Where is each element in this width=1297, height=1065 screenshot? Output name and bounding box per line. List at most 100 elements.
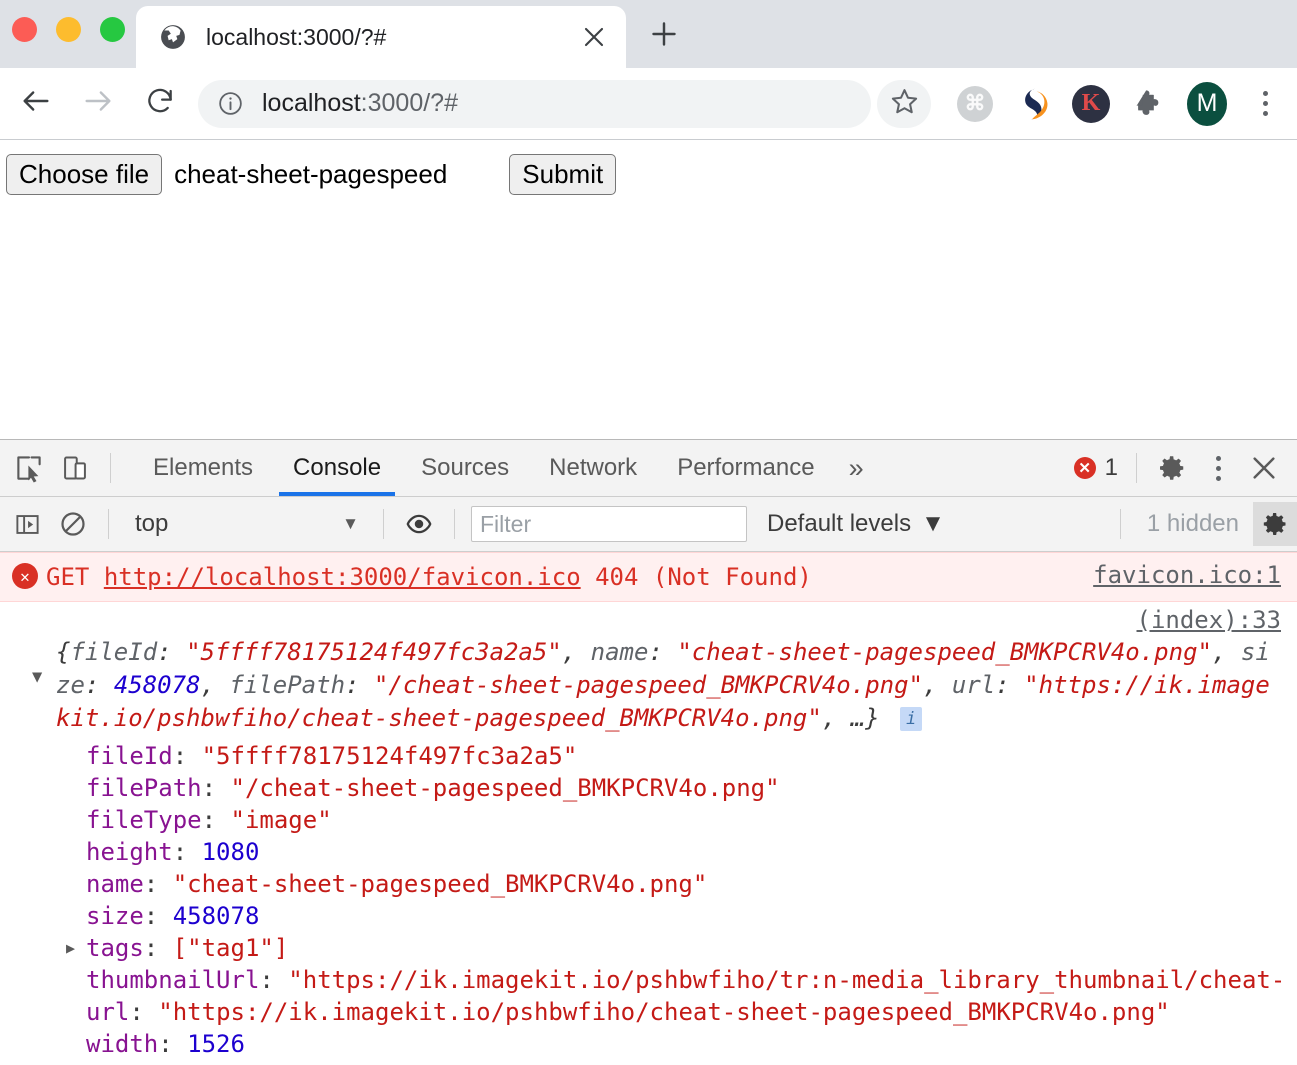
property-key: height	[86, 838, 173, 867]
object-property-row[interactable]: url: "https://ik.imagekit.io/pshbwfiho/c…	[6, 996, 1281, 1028]
tab-elements[interactable]: Elements	[133, 440, 273, 496]
object-property-row[interactable]: thumbnailUrl: "https://ik.imagekit.io/ps…	[6, 964, 1281, 996]
property-key: fileId	[86, 742, 173, 771]
execution-context-selector[interactable]: top ▼	[121, 510, 371, 538]
property-value: "5ffff78175124f497fc3a2a5"	[201, 742, 578, 771]
property-key: tags	[86, 934, 144, 963]
log-levels-selector[interactable]: Default levels ▼	[767, 510, 945, 538]
devtools-tabbar: Elements Console Sources Network Perform…	[0, 440, 1297, 497]
device-toolbar-icon[interactable]	[52, 445, 98, 491]
error-message-text: GET http://localhost:3000/favicon.ico 40…	[46, 561, 1079, 593]
submit-button[interactable]: Submit	[509, 154, 617, 196]
tab-performance[interactable]: Performance	[657, 440, 834, 496]
choose-file-button[interactable]: Choose file	[6, 154, 163, 196]
command-glyph: ⌘	[957, 85, 993, 122]
address-bar[interactable]: localhost:3000/?#	[198, 79, 871, 128]
preview-token: filePath	[229, 671, 346, 700]
tab-strip: localhost:3000/?#	[0, 0, 1297, 68]
tab-network[interactable]: Network	[529, 440, 657, 496]
property-key: filePath	[86, 774, 202, 803]
tab-sources[interactable]: Sources	[401, 440, 529, 496]
console-sidebar-icon[interactable]	[4, 501, 50, 547]
object-property-row[interactable]: filePath: "/cheat-sheet-pagespeed_BMKPCR…	[6, 772, 1281, 804]
kebab-dots	[1262, 91, 1268, 116]
arrow-left-icon	[19, 84, 53, 123]
inspect-element-icon[interactable]	[6, 445, 52, 491]
object-property-row[interactable]: ▶ tags: ["tag1"]	[6, 932, 1281, 964]
hidden-messages-count: 1 hidden	[1146, 510, 1239, 537]
gear-icon[interactable]	[1149, 445, 1195, 491]
preview-token: 458078	[113, 671, 201, 700]
live-expression-icon[interactable]	[396, 501, 442, 547]
status-code: 404	[595, 563, 639, 591]
preview-token: url	[951, 671, 996, 700]
simplenote-extension-icon[interactable]	[1013, 84, 1053, 124]
filterbar-divider	[1119, 509, 1121, 539]
object-property-row[interactable]: fileType: "image"	[6, 804, 1281, 836]
expand-triangle-icon[interactable]: ▼	[32, 666, 42, 689]
preview-token: :	[345, 671, 374, 700]
close-icon[interactable]	[574, 17, 614, 57]
object-property-row[interactable]: size: 458078	[6, 900, 1281, 932]
k-glyph: K	[1072, 84, 1110, 123]
new-tab-button[interactable]	[640, 14, 688, 58]
preview-token: ,	[200, 671, 230, 700]
forward-button[interactable]	[74, 80, 122, 128]
filterbar-divider	[454, 509, 455, 539]
devtools-menu-icon[interactable]	[1195, 445, 1241, 491]
console-filter-bar: top ▼ Default levels ▼ 1 hidden	[0, 497, 1297, 552]
property-value: "cheat-sheet-pagespeed_BMKPCRV4o.png"	[172, 870, 708, 899]
upload-form: Choose file cheat-sheet-pagespeed Submit	[6, 154, 1297, 196]
status-text: (Not Found)	[652, 563, 812, 591]
preview-token: name	[590, 638, 649, 667]
error-source-link[interactable]: favicon.ico:1	[1093, 561, 1281, 589]
close-devtools-icon[interactable]	[1241, 445, 1287, 491]
expand-triangle-icon[interactable]: ▶	[66, 932, 75, 964]
info-badge-icon[interactable]: i	[900, 706, 923, 731]
filterbar-divider	[383, 509, 384, 539]
plus-icon	[650, 20, 678, 53]
devtools-panel: Elements Console Sources Network Perform…	[0, 439, 1297, 1065]
kebab-menu-icon[interactable]	[1245, 84, 1285, 124]
puzzle-extensions-icon[interactable]	[1129, 84, 1169, 124]
object-property-row[interactable]: width: 1526	[6, 1028, 1281, 1060]
more-tabs-button[interactable]: »	[835, 440, 878, 496]
info-circle-icon[interactable]	[216, 90, 244, 117]
property-separator: :	[259, 966, 289, 995]
browser-tab[interactable]: localhost:3000/?#	[136, 6, 626, 68]
console-error-message[interactable]: ✕ GET http://localhost:3000/favicon.ico …	[0, 552, 1297, 603]
console-settings-gear-icon[interactable]	[1253, 502, 1297, 546]
property-value: 458078	[172, 902, 260, 931]
filter-input[interactable]	[471, 506, 747, 542]
devtools-toolbar-right: ✕ 1	[1073, 445, 1297, 491]
property-separator: :	[143, 934, 173, 963]
error-count-badge[interactable]: ✕ 1	[1073, 454, 1118, 482]
tab-console[interactable]: Console	[273, 440, 401, 496]
object-property-row[interactable]: fileId: "5ffff78175124f497fc3a2a5"	[6, 740, 1281, 772]
avatar[interactable]: M	[1187, 81, 1227, 126]
object-preview[interactable]: ▼ {fileId: "5ffff78175124f497fc3a2a5", n…	[6, 606, 1281, 734]
globe-icon	[160, 24, 186, 50]
preview-token: "5ffff78175124f497fc3a2a5"	[186, 638, 562, 667]
property-separator: :	[158, 1030, 188, 1059]
k-extension-icon[interactable]: K	[1071, 84, 1111, 124]
minimize-window-button[interactable]	[56, 17, 81, 42]
expand-triangle-icon[interactable]: ▶	[66, 1060, 75, 1065]
bookmark-button[interactable]	[877, 79, 931, 128]
toolbar-divider	[1136, 453, 1137, 483]
request-url[interactable]: http://localhost:3000/favicon.ico	[104, 563, 581, 591]
property-value: "/cheat-sheet-pagespeed_BMKPCRV4o.png"	[230, 774, 780, 803]
submit-wrapper: Submit	[509, 154, 617, 196]
clear-console-icon[interactable]	[50, 501, 96, 547]
object-property-row[interactable]: ▶__proto__: Object	[6, 1060, 1281, 1065]
maximize-window-button[interactable]	[100, 17, 125, 42]
command-extension-icon[interactable]: ⌘	[955, 84, 995, 124]
url-host: localhost	[262, 89, 361, 117]
reload-button[interactable]	[136, 80, 184, 128]
close-window-button[interactable]	[12, 17, 37, 42]
chevron-down-icon: ▼	[921, 510, 945, 537]
back-button[interactable]	[12, 80, 60, 128]
property-separator: :	[143, 902, 173, 931]
object-property-row[interactable]: height: 1080	[6, 836, 1281, 868]
object-property-row[interactable]: name: "cheat-sheet-pagespeed_BMKPCRV4o.p…	[6, 868, 1281, 900]
